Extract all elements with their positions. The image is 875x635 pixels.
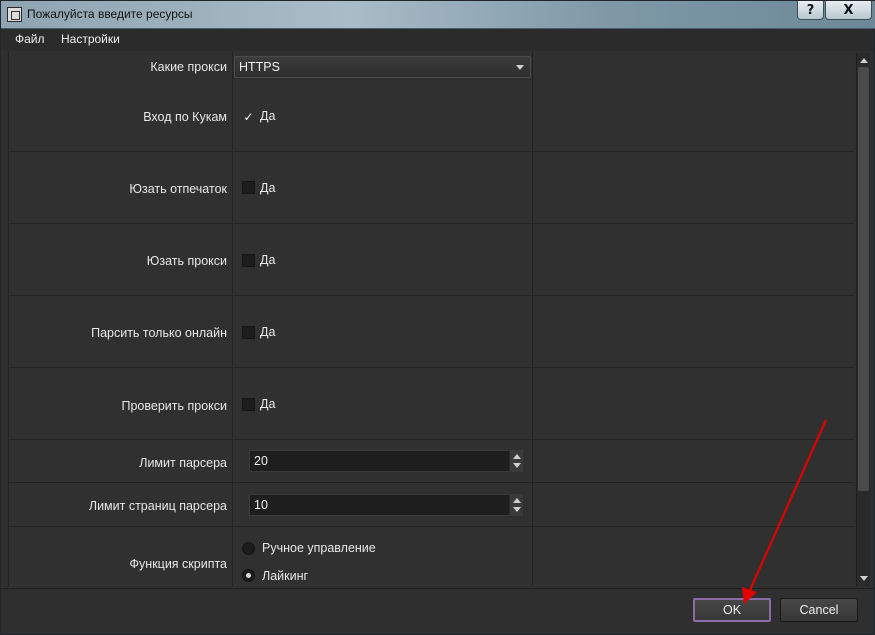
parse-online-label: Парсить только онлайн xyxy=(91,326,227,340)
parser-limit-stepper[interactable] xyxy=(509,451,522,471)
use-fingerprint-label: Юзать отпечаток xyxy=(129,182,227,196)
row-parser-page-limit: Лимит страниц парсера 10 xyxy=(9,483,854,527)
parser-page-limit-spinbox[interactable]: 10 xyxy=(249,494,523,516)
parse-online-checkbox[interactable] xyxy=(242,326,255,339)
window-title: Пожалуйста введите ресурсы xyxy=(27,7,193,21)
arrow-up-icon[interactable] xyxy=(513,454,521,459)
title-bar[interactable]: Пожалуйста введите ресурсы ? X xyxy=(1,1,875,29)
cookie-login-option: Да xyxy=(260,109,276,123)
check-proxy-label: Проверить прокси xyxy=(121,399,228,413)
resources-dialog: Пожалуйста введите ресурсы ? X Файл Наст… xyxy=(0,0,875,635)
parse-online-option: Да xyxy=(260,325,276,339)
menu-settings[interactable]: Настройки xyxy=(61,32,120,46)
parser-page-limit-label: Лимит страниц парсера xyxy=(88,499,227,513)
ok-button[interactable]: OK xyxy=(693,598,771,622)
cookie-login-label: Вход по Кукам xyxy=(143,110,227,124)
proxy-type-label: Какие прокси xyxy=(150,60,227,74)
scrollbar-thumb[interactable] xyxy=(858,67,869,491)
radio-manual-control-label: Ручное управление xyxy=(262,541,376,555)
cookie-login-checkbox[interactable]: ✓ xyxy=(242,110,255,123)
arrow-up-icon[interactable] xyxy=(513,498,521,503)
proxy-type-value: HTTPS xyxy=(239,60,280,74)
settings-form: Какие прокси HTTPS Вход по Кукам ✓ Да Юз… xyxy=(8,51,854,586)
row-proxy-type: Какие прокси HTTPS xyxy=(9,51,854,81)
radio-liking[interactable] xyxy=(242,569,255,582)
use-proxy-label: Юзать прокси xyxy=(146,254,227,268)
row-script-function: Функция скрипта Ручное управление Лайкин… xyxy=(9,527,854,586)
scroll-down-icon[interactable] xyxy=(860,576,868,581)
use-fingerprint-checkbox[interactable] xyxy=(242,181,255,194)
script-function-label: Функция скрипта xyxy=(129,557,227,571)
row-use-fingerprint: Юзать отпечаток Да xyxy=(9,152,854,224)
arrow-down-icon[interactable] xyxy=(513,463,521,468)
parser-limit-spinbox[interactable]: 20 xyxy=(249,450,523,472)
use-proxy-option: Да xyxy=(260,253,276,267)
menu-file[interactable]: Файл xyxy=(15,32,45,46)
help-button[interactable]: ? xyxy=(797,1,824,20)
arrow-down-icon[interactable] xyxy=(513,507,521,512)
chevron-down-icon xyxy=(516,65,524,70)
close-button[interactable]: X xyxy=(825,1,872,20)
dialog-footer: OK Cancel xyxy=(1,588,874,634)
app-icon xyxy=(7,7,22,22)
row-cookie-login: Вход по Кукам ✓ Да xyxy=(9,81,854,152)
parser-limit-label: Лимит парсера xyxy=(139,456,227,470)
radio-liking-label: Лайкинг xyxy=(262,569,309,583)
use-fingerprint-option: Да xyxy=(260,181,276,195)
check-proxy-option: Да xyxy=(260,397,276,411)
scroll-up-icon[interactable] xyxy=(860,58,868,63)
menu-bar: Файл Настройки xyxy=(1,29,874,51)
parser-page-limit-stepper[interactable] xyxy=(509,495,522,515)
parser-page-limit-value: 10 xyxy=(254,498,268,512)
proxy-type-select[interactable]: HTTPS xyxy=(234,56,531,78)
check-proxy-checkbox[interactable] xyxy=(242,398,255,411)
parser-limit-value: 20 xyxy=(254,454,268,468)
row-parse-online: Парсить только онлайн Да xyxy=(9,296,854,368)
row-parser-limit: Лимит парсера 20 xyxy=(9,440,854,483)
vertical-scrollbar[interactable] xyxy=(856,53,870,586)
row-check-proxy: Проверить прокси Да xyxy=(9,368,854,440)
use-proxy-checkbox[interactable] xyxy=(242,254,255,267)
cancel-button[interactable]: Cancel xyxy=(780,598,858,622)
row-use-proxy: Юзать прокси Да xyxy=(9,224,854,296)
radio-manual-control[interactable] xyxy=(242,542,255,555)
